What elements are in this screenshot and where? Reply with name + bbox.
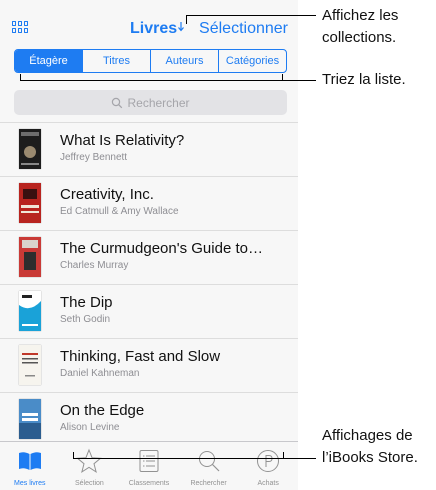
magnifier-icon [198, 451, 220, 472]
purchases-icon [257, 450, 280, 472]
search-icon [112, 97, 123, 108]
callout-store-line-right [283, 452, 284, 459]
ibooks-screen: Livres Sélectionner Étagère Titres Auteu… [0, 0, 298, 490]
book-title: Thinking, Fast and Slow [60, 348, 221, 365]
list-icon [139, 450, 159, 472]
book-cover-image [19, 129, 41, 169]
segment-categories[interactable]: Catégories [218, 50, 286, 72]
callout-store-line-left [73, 452, 74, 459]
book-title: Creativity, Inc. [60, 186, 154, 203]
callout-store-line1: Affichages de [322, 427, 413, 444]
book-author: Alison Levine [60, 422, 120, 433]
list-item[interactable]: What Is Relativity? Jeffrey Bennett [0, 122, 298, 176]
search-field[interactable]: Rechercher [14, 90, 287, 115]
segment-auteurs[interactable]: Auteurs [150, 50, 218, 72]
list-item[interactable]: The Curmudgeon's Guide to… Charles Murra… [0, 230, 298, 284]
collection-title[interactable]: Livres [130, 20, 177, 38]
book-title: The Curmudgeon's Guide to… [60, 240, 263, 257]
tab-rechercher[interactable]: Rechercher [179, 442, 239, 490]
tab-mes-livres[interactable]: Mes livres [0, 442, 60, 490]
book-author: Charles Murray [60, 260, 129, 271]
list-item[interactable]: The Dip Seth Godin [0, 284, 298, 338]
tab-label: Achats [257, 480, 279, 487]
book-author: Seth Godin [60, 314, 111, 325]
list-item[interactable]: Creativity, Inc. Ed Catmull & Amy Wallac… [0, 176, 298, 230]
sort-segmented-control: Étagère Titres Auteurs Catégories [14, 49, 287, 73]
tab-label: Rechercher [190, 480, 227, 487]
book-author: Ed Catmull & Amy Wallace [60, 206, 179, 217]
book-author: Jeffrey Bennett [60, 152, 128, 163]
tab-achats[interactable]: Achats [238, 442, 298, 490]
book-cover-image [19, 345, 41, 385]
collections-grid-icon[interactable] [12, 21, 28, 35]
tab-label: Classements [128, 480, 170, 487]
segment-titres[interactable]: Titres [82, 50, 150, 72]
book-cover-image [19, 291, 41, 331]
tab-classements[interactable]: Classements [119, 442, 179, 490]
open-book-icon [18, 452, 41, 470]
list-item[interactable]: Thinking, Fast and Slow Daniel Kahneman [0, 338, 298, 392]
callout-store-line2: l’iBooks Store. [322, 449, 418, 466]
callout-collections-line2: collections. [322, 29, 397, 46]
callout-sort-text: Triez la liste. [322, 71, 406, 88]
book-author: Daniel Kahneman [60, 368, 140, 379]
callout-store-text: Affichages de l’iBooks Store. [322, 425, 418, 469]
star-icon [76, 448, 103, 474]
book-cover-image [19, 399, 41, 439]
book-title: On the Edge [60, 402, 145, 419]
segment-etagere[interactable]: Étagère [15, 50, 82, 72]
book-list: What Is Relativity? Jeffrey Bennett Crea… [0, 122, 298, 490]
book-cover-image [19, 237, 41, 277]
tab-label: Mes livres [14, 480, 46, 487]
callout-collections-line-vertical [186, 15, 187, 24]
book-title: The Dip [60, 294, 113, 311]
book-cover-image [19, 183, 41, 223]
callout-sort-line-horizontal [20, 80, 316, 81]
callout-sort-line-left [20, 74, 21, 81]
callout-store-line-horizontal [73, 458, 316, 459]
callout-sort-line-right [282, 74, 283, 81]
search-placeholder: Rechercher [127, 95, 190, 110]
nav-bar: Livres Sélectionner [0, 0, 298, 44]
book-title: What Is Relativity? [60, 132, 185, 149]
tab-bar: Mes livres Sélection Classements Recherc… [0, 441, 298, 490]
list-item[interactable]: On the Edge Alison Levine [0, 392, 298, 446]
callout-collections-line1: Affichez les [322, 7, 399, 24]
callout-collections-text: Affichez les collections. [322, 5, 398, 49]
select-button[interactable]: Sélectionner [199, 20, 288, 38]
tab-selection[interactable]: Sélection [60, 442, 120, 490]
tab-label: Sélection [74, 480, 104, 487]
callout-collections-line-horizontal [186, 15, 316, 16]
chevron-down-icon[interactable] [178, 22, 184, 32]
